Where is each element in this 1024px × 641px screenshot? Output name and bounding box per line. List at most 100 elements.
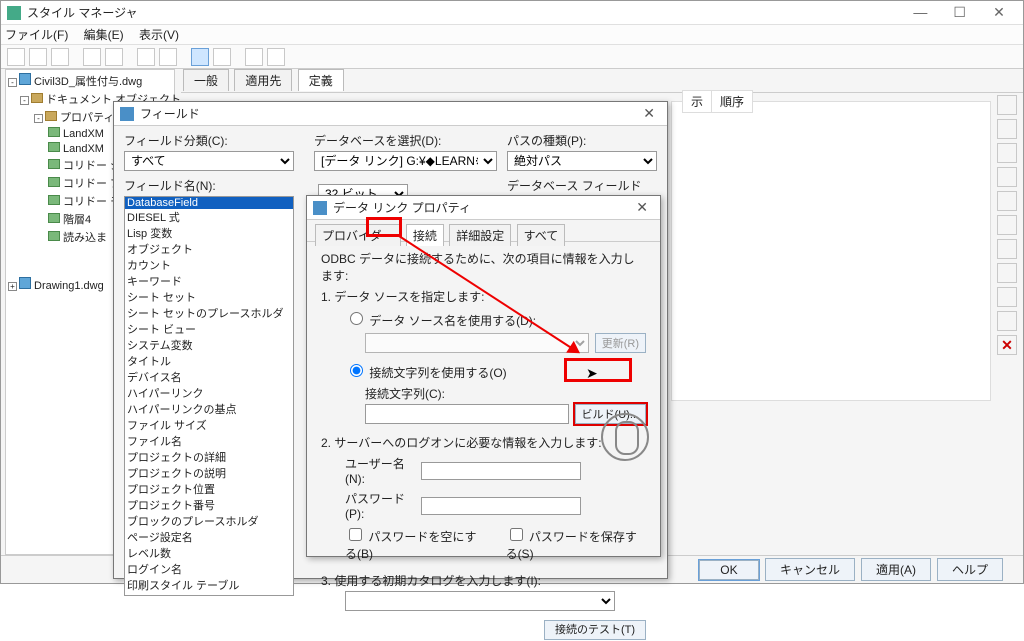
field-dialog-title: フィールド [140,105,200,122]
field-list-item[interactable]: 印刷日 [125,593,293,596]
tool-new[interactable] [7,48,25,66]
tree-p6[interactable]: 階層4 [63,214,91,226]
dl-build-button[interactable]: ビルド(U)... [575,404,646,424]
tree-root2[interactable]: Drawing1.dwg [34,280,104,292]
pathtype-select[interactable]: 絶対パス [507,151,657,171]
ricon-10[interactable] [997,311,1017,331]
tab-definition[interactable]: 定義 [298,69,344,91]
dl-blankpw-check[interactable]: パスワードを空にする(B) [345,525,486,562]
field-list-item[interactable]: ブロックのプレースホルダ [125,513,293,529]
tab-applies[interactable]: 適用先 [234,69,292,91]
ricon-5[interactable] [997,191,1017,211]
dltab-advanced[interactable]: 詳細設定 [449,224,511,246]
datalink-dialog: データ リンク プロパティ ✕ プロバイダー 接続 詳細設定 すべて ODBC … [306,195,661,557]
tool-misc1[interactable] [245,48,263,66]
field-list-item[interactable]: ファイル名 [125,433,293,449]
field-name-list[interactable]: DatabaseFieldDIESEL 式Lisp 変数オブジェクトカウントキー… [124,196,294,596]
field-list-item[interactable]: シート セットのプレースホルダ [125,305,293,321]
field-list-item[interactable]: 印刷スタイル テーブル [125,577,293,593]
dltab-all[interactable]: すべて [517,224,566,246]
field-list-item[interactable]: レベル数 [125,545,293,561]
dl-connstr-label: 接続文字列(C): [365,385,646,402]
field-list-item[interactable]: ファイル サイズ [125,417,293,433]
ok-button[interactable]: OK [699,560,759,580]
dl-savepw-check[interactable]: パスワードを保存する(S) [506,525,646,562]
tree-p7[interactable]: 読み込ま [63,232,107,244]
field-list-item[interactable]: Lisp 変数 [125,225,293,241]
field-list-item[interactable]: カウント [125,257,293,273]
dl-pass-label: パスワード(P): [345,490,415,521]
menu-view[interactable]: 表示(V) [139,28,179,42]
col-order[interactable]: 順序 [712,91,753,113]
field-list-item[interactable]: プロジェクト位置 [125,481,293,497]
dl-user-input[interactable] [421,462,581,480]
tool-purge[interactable] [137,48,155,66]
field-list-item[interactable]: ハイパーリンクの基点 [125,401,293,417]
field-list-item[interactable]: シート ビュー [125,321,293,337]
tool-paste[interactable] [83,48,101,66]
tree-root1[interactable]: Civil3D_属性付与.dwg [34,76,142,88]
tool-copy[interactable] [51,48,69,66]
apply-button[interactable]: 適用(A) [861,558,931,581]
ricon-4[interactable] [997,167,1017,187]
dl-test-button[interactable]: 接続のテスト(T) [544,620,646,640]
cancel-button[interactable]: キャンセル [765,558,855,581]
ricon-delete[interactable]: ✕ [997,335,1017,355]
maximize-icon[interactable]: ☐ [942,0,978,24]
field-dialog-icon [120,107,134,121]
field-list-item[interactable]: タイトル [125,353,293,369]
titlebar: スタイル マネージャ — ☐ ✕ [1,1,1023,25]
field-list-item[interactable]: DIESEL 式 [125,209,293,225]
col-show[interactable]: 示 [683,91,712,113]
dl-catalog-select[interactable] [345,591,615,611]
field-list-item[interactable]: プロジェクトの説明 [125,465,293,481]
field-list-item[interactable]: オブジェクト [125,241,293,257]
tree-p1[interactable]: LandXM [63,128,104,140]
menu-file[interactable]: ファイル(F) [5,28,68,42]
field-list-item[interactable]: キーワード [125,273,293,289]
tab-general[interactable]: 一般 [183,69,229,91]
field-list-item[interactable]: システム変数 [125,337,293,353]
field-dialog-close-icon[interactable]: ✕ [637,105,661,122]
field-name-label: フィールド名(N): [124,171,300,196]
dl-radio-connstr[interactable]: 接続文字列を使用する(O) [345,366,507,380]
field-list-item[interactable]: ページ設定名 [125,529,293,545]
ricon-9[interactable] [997,287,1017,307]
pathtype-label: パスの種類(P): [507,126,657,151]
field-list-item[interactable]: ログイン名 [125,561,293,577]
field-list-item[interactable]: プロジェクトの詳細 [125,449,293,465]
dl-pass-input[interactable] [421,497,581,515]
help-button[interactable]: ヘルプ [937,558,1003,581]
field-list-item[interactable]: ハイパーリンク [125,385,293,401]
db-select[interactable]: [データ リンク] G:¥◆LEARN※■トレーニ [314,151,497,171]
dl-connstr-input[interactable] [365,404,569,424]
field-cat-select[interactable]: すべて [124,151,294,171]
menu-edit[interactable]: 編集(E) [84,28,124,42]
close-icon[interactable]: ✕ [981,0,1017,24]
tool-sync[interactable] [159,48,177,66]
datalink-dialog-title: データ リンク プロパティ [333,199,471,216]
ricon-6[interactable] [997,215,1017,235]
ricon-1[interactable] [997,95,1017,115]
ricon-2[interactable] [997,119,1017,139]
field-list-item[interactable]: シート セット [125,289,293,305]
field-list-item[interactable]: DatabaseField [125,197,293,209]
field-list-item[interactable]: プロジェクト番号 [125,497,293,513]
tool-filter2[interactable] [213,48,231,66]
ricon-8[interactable] [997,263,1017,283]
tool-open[interactable] [29,48,47,66]
ricon-7[interactable] [997,239,1017,259]
dltab-provider[interactable]: プロバイダー [315,224,401,246]
menubar: ファイル(F) 編集(E) 表示(V) [1,25,1023,45]
tool-misc2[interactable] [267,48,285,66]
field-list-item[interactable]: デバイス名 [125,369,293,385]
tool-filter[interactable] [191,48,209,66]
dltab-connect[interactable]: 接続 [406,224,444,246]
tree-p2[interactable]: LandXM [63,143,104,155]
datalink-dialog-close-icon[interactable]: ✕ [630,199,654,216]
dl-step3: 3. 使用する初期カタログを入力します(I): [321,572,646,589]
dl-radio-dsn[interactable]: データ ソース名を使用する(D): [345,314,536,328]
tool-cut[interactable] [105,48,123,66]
minimize-icon[interactable]: — [902,0,938,24]
ricon-3[interactable] [997,143,1017,163]
